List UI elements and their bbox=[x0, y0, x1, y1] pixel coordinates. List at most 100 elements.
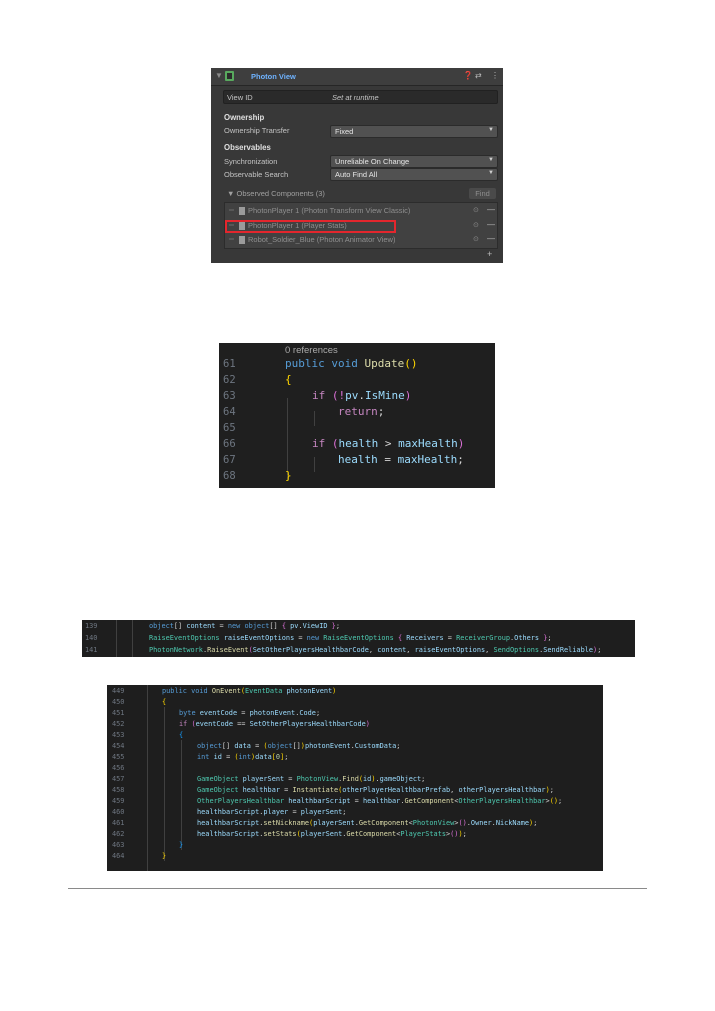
line-number: 460 bbox=[112, 808, 125, 816]
code-line: 461 healthbarScript.setNickname(playerSe… bbox=[107, 818, 537, 829]
ownership-section-title: Ownership bbox=[224, 113, 265, 122]
code-line: 139 object[] content = new object[] { pv… bbox=[82, 621, 340, 632]
indent-guide bbox=[147, 685, 148, 871]
observables-section-title: Observables bbox=[224, 143, 271, 152]
code-line: 140 RaiseEventOptions raiseEventOptions … bbox=[82, 633, 552, 644]
code-text: public void Update() bbox=[285, 357, 418, 370]
remove-item-icon[interactable]: — bbox=[487, 234, 495, 243]
line-number: 451 bbox=[112, 709, 125, 717]
script-file-icon bbox=[239, 236, 245, 244]
object-picker-icon[interactable]: ⊙ bbox=[473, 235, 479, 243]
component-header[interactable]: ▼ Photon View ❓ ⇄ ⋮ bbox=[211, 68, 503, 86]
code-line: 141 PhotonNetwork.RaiseEvent(SetOtherPla… bbox=[82, 645, 601, 656]
line-number: 139 bbox=[85, 622, 98, 630]
object-picker-icon[interactable]: ⊙ bbox=[473, 221, 479, 229]
list-item[interactable]: ═ Robot_Soldier_Blue (Photon Animator Vi… bbox=[225, 233, 497, 247]
remove-item-icon[interactable]: — bbox=[487, 220, 495, 229]
code-text: if (!pv.IsMine) bbox=[312, 389, 412, 402]
synchronization-value: Unreliable On Change bbox=[335, 157, 410, 166]
line-number: 461 bbox=[112, 819, 125, 827]
code-line: 451 byte eventCode = photonEvent.Code; bbox=[107, 708, 320, 719]
code-line: 66 if (health > maxHealth) bbox=[219, 437, 495, 453]
page-divider bbox=[68, 888, 647, 889]
script-file-icon bbox=[239, 207, 245, 215]
observed-components-label: ▼ Observed Components (3) bbox=[227, 189, 325, 198]
line-number: 457 bbox=[112, 775, 125, 783]
code-line: 459 OtherPlayersHealthbar healthbarScrip… bbox=[107, 796, 562, 807]
observable-search-value: Auto Find All bbox=[335, 170, 378, 179]
code-text: OtherPlayersHealthbar healthbarScript = … bbox=[197, 797, 563, 805]
code-text: RaiseEventOptions raiseEventOptions = ne… bbox=[149, 634, 552, 642]
code-text: healthbarScript.player = playerSent; bbox=[197, 808, 347, 816]
indent-guide bbox=[164, 707, 165, 861]
observed-component-name: Robot_Soldier_Blue (Photon Animator View… bbox=[248, 235, 396, 244]
code-text: object[] content = new object[] { pv.Vie… bbox=[149, 622, 340, 630]
object-picker-icon[interactable]: ⊙ bbox=[473, 206, 479, 214]
code-line: 454 object[] data = (object[])photonEven… bbox=[107, 741, 400, 752]
code-line: 456 bbox=[107, 763, 124, 774]
drag-handle-icon[interactable]: ═ bbox=[229, 236, 234, 243]
code-text: if (health > maxHealth) bbox=[312, 437, 465, 450]
code-lens-references[interactable]: 0 references bbox=[285, 345, 338, 356]
line-number: 64 bbox=[223, 406, 236, 418]
code-text: GameObject healthbar = Instantiate(other… bbox=[197, 786, 554, 794]
line-number: 63 bbox=[223, 390, 236, 402]
code-text: healthbarScript.setNickname(playerSent.G… bbox=[197, 819, 538, 827]
line-number: 458 bbox=[112, 786, 125, 794]
code-line: 68 } bbox=[219, 469, 495, 485]
code-text: { bbox=[285, 373, 292, 386]
view-id-value: Set at runtime bbox=[332, 93, 379, 102]
line-number: 141 bbox=[85, 646, 98, 654]
highlight-box bbox=[225, 220, 396, 233]
line-number: 67 bbox=[223, 454, 236, 466]
foldout-arrow-icon[interactable]: ▼ bbox=[215, 71, 223, 80]
indent-guide bbox=[116, 620, 117, 657]
dropdown-arrow-icon: ▼ bbox=[488, 127, 494, 133]
drag-handle-icon[interactable]: ═ bbox=[229, 207, 234, 214]
code-line: 455 int id = (int)data[0]; bbox=[107, 752, 288, 763]
code-line: 64 return; bbox=[219, 405, 495, 421]
line-number: 61 bbox=[223, 358, 236, 370]
code-line: 453 { bbox=[107, 730, 183, 741]
script-component-icon bbox=[225, 71, 234, 81]
code-line: 464 } bbox=[107, 851, 166, 862]
code-snippet-on-event: 449 public void OnEvent(EventData photon… bbox=[107, 685, 603, 871]
more-menu-icon[interactable]: ⋮ bbox=[491, 71, 499, 80]
code-text: healthbarScript.setStats(playerSent.GetC… bbox=[197, 830, 467, 838]
line-number: 455 bbox=[112, 753, 125, 761]
observable-search-label: Observable Search bbox=[224, 170, 289, 179]
line-number: 66 bbox=[223, 438, 236, 450]
indent-guide bbox=[132, 620, 133, 657]
line-number: 68 bbox=[223, 470, 236, 482]
code-text: } bbox=[162, 852, 167, 860]
code-text: public void OnEvent(EventData photonEven… bbox=[162, 687, 337, 695]
list-item[interactable]: ═ PhotonPlayer 1 (Photon Transform View … bbox=[225, 204, 497, 218]
observed-components-header[interactable]: ▼ Observed Components (3) Find bbox=[224, 187, 496, 200]
line-number: 459 bbox=[112, 797, 125, 805]
line-number: 456 bbox=[112, 764, 125, 772]
code-line: 449 public void OnEvent(EventData photon… bbox=[107, 686, 336, 697]
code-text: } bbox=[285, 469, 292, 482]
line-number: 452 bbox=[112, 720, 125, 728]
ownership-transfer-dropdown[interactable]: Fixed ▼ bbox=[330, 125, 498, 138]
code-text: GameObject playerSent = PhotonView.Find(… bbox=[197, 775, 426, 783]
synchronization-dropdown[interactable]: Unreliable On Change ▼ bbox=[330, 155, 498, 168]
code-text: PhotonNetwork.RaiseEvent(SetOtherPlayers… bbox=[149, 646, 602, 654]
observable-search-dropdown[interactable]: Auto Find All ▼ bbox=[330, 168, 498, 181]
code-text: { bbox=[162, 698, 167, 706]
remove-item-icon[interactable]: — bbox=[487, 205, 495, 214]
code-text: if (eventCode == SetOtherPlayersHealthba… bbox=[179, 720, 370, 728]
photon-view-inspector: ▼ Photon View ❓ ⇄ ⋮ View ID Set at runti… bbox=[211, 68, 503, 263]
line-number: 449 bbox=[112, 687, 125, 695]
code-snippet-update: 0 references 61 public void Update() 62 … bbox=[219, 343, 495, 488]
line-number: 463 bbox=[112, 841, 125, 849]
code-text: health = maxHealth; bbox=[338, 453, 464, 466]
help-icon[interactable]: ❓ bbox=[463, 71, 473, 80]
code-line: 458 GameObject healthbar = Instantiate(o… bbox=[107, 785, 554, 796]
code-snippet-raise-event: 139 object[] content = new object[] { pv… bbox=[82, 620, 635, 657]
ownership-transfer-label: Ownership Transfer bbox=[224, 126, 290, 135]
find-button[interactable]: Find bbox=[469, 188, 496, 199]
code-text: object[] data = (object[])photonEvent.Cu… bbox=[197, 742, 401, 750]
add-item-icon[interactable]: + bbox=[487, 249, 492, 259]
settings-sliders-icon[interactable]: ⇄ bbox=[475, 71, 482, 80]
